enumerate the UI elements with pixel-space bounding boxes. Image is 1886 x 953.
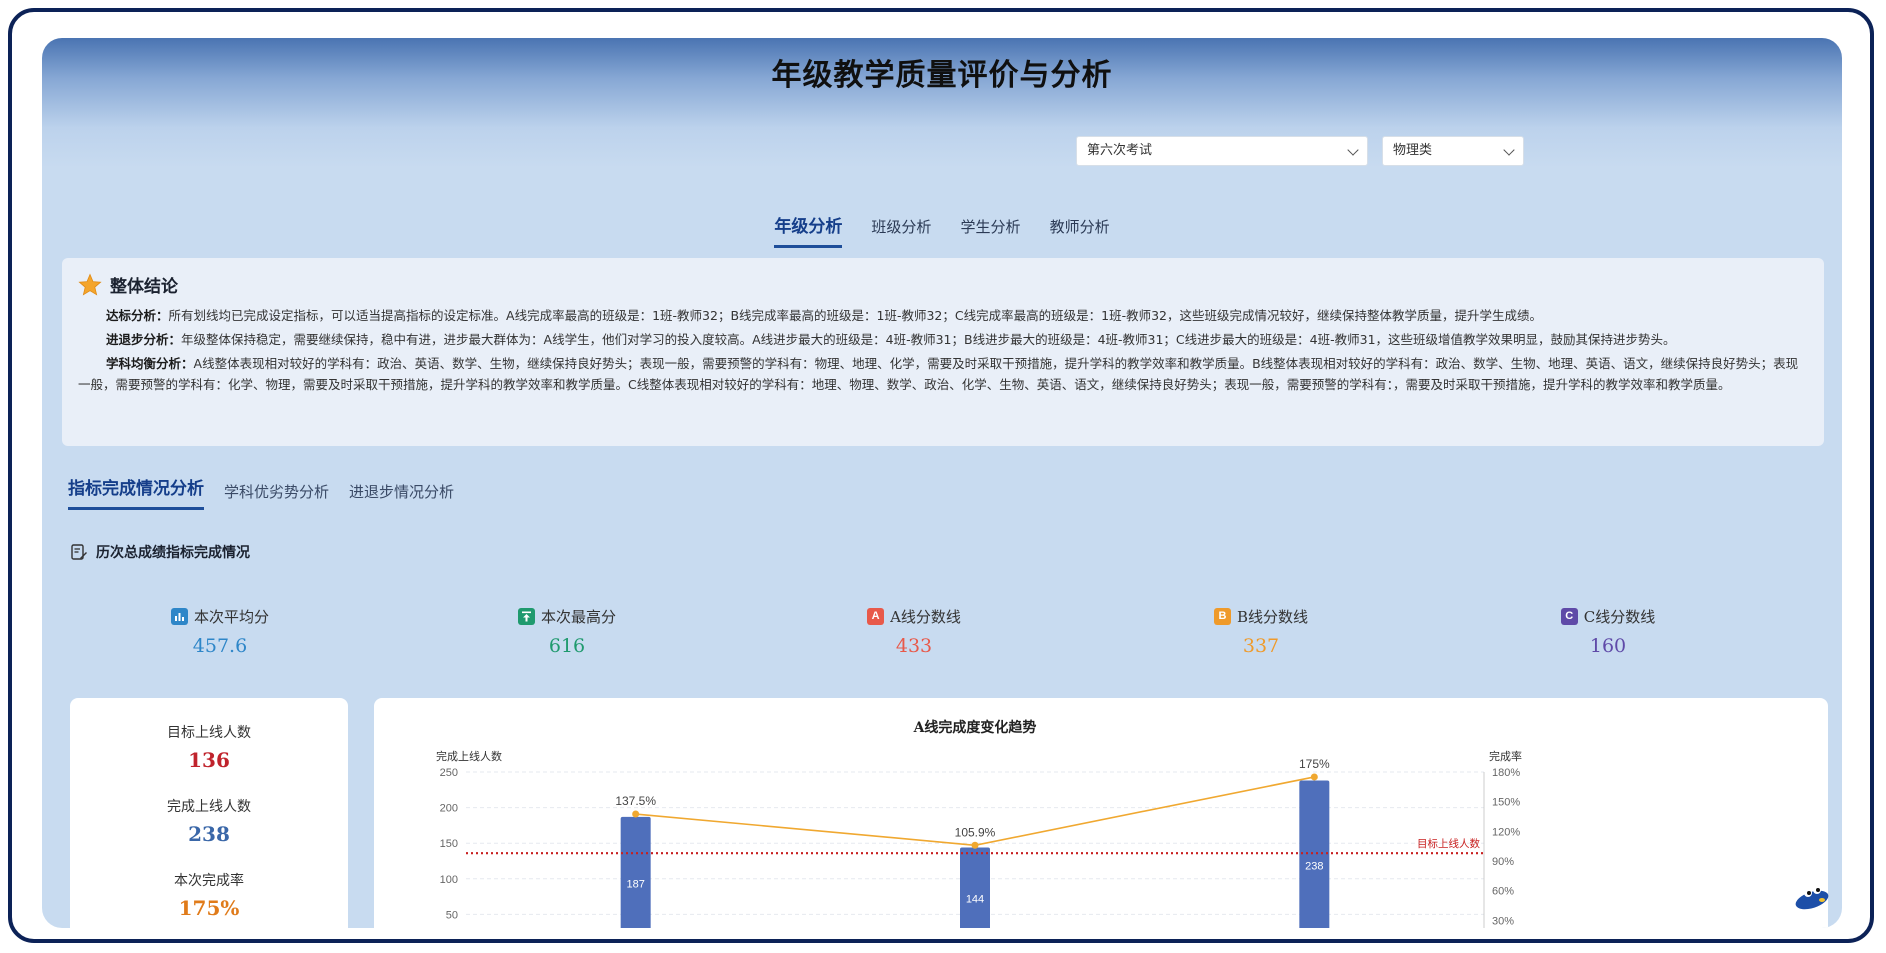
- star-icon: [78, 272, 102, 296]
- stat-label: B线分数线: [1236, 608, 1309, 626]
- completion-rate-label: 本次完成率: [174, 873, 244, 889]
- chart-title: A线完成度变化趋势: [913, 719, 1037, 736]
- conclusion-header: 整体结论: [78, 272, 1808, 297]
- done-count-label: 完成上线人数: [167, 799, 251, 815]
- bar-value-label: 238: [1305, 860, 1323, 872]
- conclusion-item: 进退步分析：年级整体保持稳定，需要继续保持，稳中有进，进步最大群体为：A线学生，…: [78, 329, 1808, 350]
- history-section-title: 历次总成绩指标完成情况: [70, 542, 250, 562]
- chevron-down-icon: [1347, 144, 1359, 156]
- a-line-trend-card: A线完成度变化趋势完成上线人数完成率0501001502002500%30%60…: [374, 698, 1828, 928]
- window-frame: 年级教学质量评价与分析 第六次考试 物理类 年级分析 班级分析 学生分析 教师分…: [8, 8, 1874, 943]
- bar: [960, 847, 990, 928]
- y2-tick-label: 90%: [1492, 856, 1514, 868]
- track-select[interactable]: 物理类: [1382, 136, 1524, 166]
- stat-line-a: A A线分数线 433: [814, 606, 1014, 657]
- bar: [1299, 780, 1330, 928]
- stat-value: 337: [1242, 635, 1280, 657]
- y2-tick-label: 180%: [1492, 767, 1520, 779]
- rate-point: [1310, 773, 1318, 781]
- y2-tick-label: 150%: [1492, 797, 1520, 809]
- y2-axis-label: 完成率: [1489, 749, 1522, 763]
- page-title: 年级教学质量评价与分析: [771, 58, 1113, 93]
- tab-student-analysis[interactable]: 学生分析: [961, 216, 1021, 245]
- rate-point: [971, 841, 979, 849]
- stat-label: A线分数线: [890, 608, 961, 626]
- stat-value: 160: [1589, 635, 1627, 657]
- bar-value-label: 187: [626, 878, 644, 890]
- tab-progress[interactable]: 进退步情况分析: [349, 481, 454, 510]
- tab-grade-analysis[interactable]: 年级分析: [774, 212, 843, 248]
- letter-c-icon: C: [1560, 608, 1578, 625]
- y-axis-label: 完成上线人数: [436, 749, 502, 763]
- conclusion-heading: 整体结论: [110, 277, 178, 297]
- arrow-up-icon: [517, 608, 535, 625]
- tab-subject-strength[interactable]: 学科优劣势分析: [224, 481, 329, 510]
- y2-tick-label: 120%: [1492, 826, 1520, 838]
- bar: [620, 816, 651, 928]
- a-line-trend-chart: A线完成度变化趋势完成上线人数完成率0501001502002500%30%60…: [436, 719, 1522, 928]
- y-tick-label: 200: [440, 803, 458, 815]
- stat-line-c: C C线分数线 160: [1508, 606, 1708, 657]
- conclusion-item: 达标分析：所有划线均已完成设定指标，可以适当提高指标的设定标准。A线完成率最高的…: [78, 305, 1808, 326]
- y-tick-label: 150: [440, 838, 458, 850]
- conclusion-item: 学科均衡分析：A线整体表现相对较好的学科有：政治、英语、数学、生物，继续保持良好…: [78, 353, 1808, 395]
- letter-b-icon: B: [1213, 608, 1231, 625]
- target-count-label: 目标上线人数: [167, 725, 251, 741]
- stat-value: 457.6: [192, 635, 248, 657]
- y-tick-label: 50: [446, 909, 458, 921]
- stat-label: 本次平均分: [193, 608, 269, 626]
- stat-value: 616: [548, 635, 586, 657]
- conclusion-panel: 整体结论 达标分析：所有划线均已完成设定指标，可以适当提高指标的设定标准。A线完…: [62, 258, 1824, 446]
- conclusion-text: 年级整体保持稳定，需要继续保持，稳中有进，进步最大群体为：A线学生，他们对学习的…: [181, 332, 1676, 347]
- conclusion-label: 学科均衡分析：: [106, 356, 194, 371]
- bar-value-label: 144: [966, 894, 984, 906]
- bar-chart-icon: [170, 608, 188, 625]
- track-select-value: 物理类: [1393, 143, 1433, 158]
- conclusion-label: 进退步分析：: [106, 332, 182, 347]
- y-tick-label: 100: [440, 874, 458, 886]
- done-count-value: 238: [188, 822, 230, 846]
- stat-line-b: B B线分数线 337: [1161, 606, 1361, 657]
- rate-label: 105.9%: [955, 825, 996, 839]
- edit-document-icon: [71, 544, 87, 560]
- sub-tabs: 指标完成情况分析 学科优劣势分析 进退步情况分析: [68, 474, 454, 510]
- stat-value: 433: [895, 635, 933, 657]
- stat-average: 本次平均分 457.6: [120, 606, 320, 657]
- chevron-down-icon: [1503, 144, 1515, 156]
- stat-label: C线分数线: [1583, 608, 1656, 626]
- exam-select[interactable]: 第六次考试: [1076, 136, 1368, 166]
- app-container: 年级教学质量评价与分析 第六次考试 物理类 年级分析 班级分析 学生分析 教师分…: [42, 38, 1842, 928]
- letter-a-icon: A: [867, 608, 885, 625]
- tab-teacher-analysis[interactable]: 教师分析: [1050, 216, 1110, 245]
- rate-label: 175%: [1299, 757, 1330, 771]
- y-tick-label: 250: [440, 767, 458, 779]
- rate-point: [632, 810, 640, 818]
- rate-label: 137.5%: [615, 794, 656, 808]
- tab-target-completion[interactable]: 指标完成情况分析: [68, 474, 204, 510]
- stat-max: 本次最高分 616: [467, 606, 667, 657]
- exam-select-value: 第六次考试: [1087, 143, 1153, 158]
- target-count-value: 136: [188, 748, 230, 772]
- target-line-label: 目标上线人数: [1417, 837, 1480, 850]
- y2-tick-label: 60%: [1492, 886, 1514, 898]
- conclusion-text: A线整体表现相对较好的学科有：政治、英语、数学、生物，继续保持良好势头；表现一般…: [78, 356, 1799, 392]
- y2-tick-label: 30%: [1492, 915, 1514, 927]
- tab-class-analysis[interactable]: 班级分析: [871, 216, 931, 245]
- mascot-logo-icon: [1795, 886, 1829, 910]
- main-tabs: 年级分析 班级分析 学生分析 教师分析: [42, 212, 1842, 248]
- completion-rate-value: 175%: [178, 896, 240, 920]
- conclusion-text: 所有划线均已完成设定指标，可以适当提高指标的设定标准。A线完成率最高的班级是：1…: [168, 308, 1542, 323]
- conclusion-label: 达标分析：: [106, 308, 169, 323]
- stat-label: 本次最高分: [540, 608, 616, 626]
- history-title: 历次总成绩指标完成情况: [96, 545, 250, 561]
- completion-summary-card: 目标上线人数 136 完成上线人数 238 本次完成率 175%: [70, 698, 348, 928]
